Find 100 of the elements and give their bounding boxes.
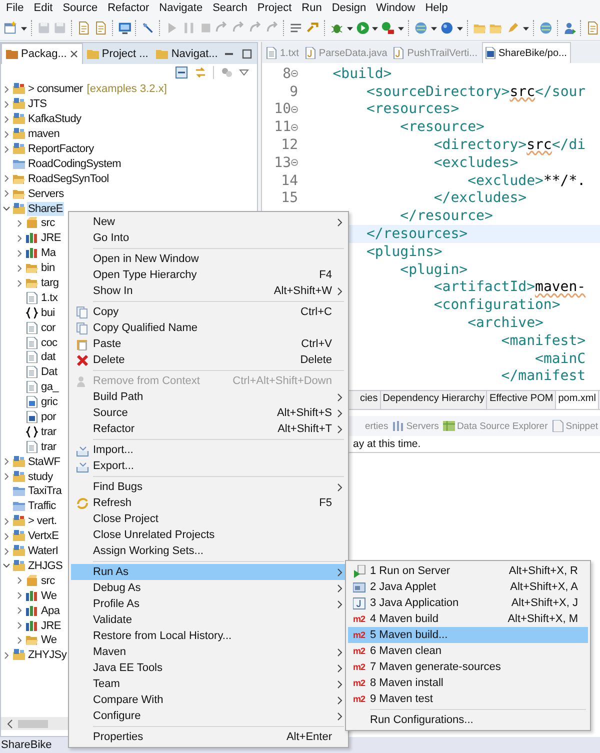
menu-item[interactable]: Maven — [71, 644, 346, 660]
menu-item[interactable]: Find Bugs — [71, 479, 346, 495]
tree-item[interactable]: ReportFactory — [27, 142, 95, 156]
tree-item[interactable]: src — [40, 216, 56, 230]
maven-icon: m2 — [352, 630, 365, 640]
tree-item[interactable]: dat — [40, 350, 56, 364]
menu-item[interactable]: Validate — [71, 612, 346, 628]
tree-item[interactable]: We — [40, 633, 58, 648]
menu-item[interactable]: Close Project — [71, 511, 346, 527]
menu-item[interactable]: Source Alt+Shift+S — [71, 405, 346, 421]
maven-icon: m2 — [352, 662, 365, 672]
tree-item[interactable]: StaWF — [27, 454, 62, 469]
menu-item[interactable]: Debug As — [71, 580, 346, 596]
tree-item[interactable]: VertxE — [27, 529, 60, 544]
menu-item[interactable]: Copy Ctrl+C — [71, 304, 346, 320]
menu-item[interactable]: Show In Alt+Shift+W — [71, 283, 346, 299]
menu-item[interactable]: Window — [371, 2, 420, 14]
editor-tab[interactable]: ShareBike/po... — [482, 42, 571, 63]
menu-item[interactable]: Configure — [71, 708, 346, 724]
menu-item[interactable]: Refactor Alt+Shift+T — [71, 421, 346, 437]
tree-item[interactable]: coc — [40, 336, 58, 350]
tree-item[interactable]: trar — [40, 424, 58, 439]
tree-item[interactable]: RoadCodingSystem — [27, 156, 122, 171]
view-tab[interactable]: Project ... — [82, 44, 152, 64]
menu-item[interactable]: Properties Alt+Enter — [71, 729, 346, 745]
menu-item[interactable]: Go Into — [71, 230, 346, 246]
editor-page-tab[interactable]: cies — [358, 391, 381, 409]
menu-item[interactable]: Run — [296, 2, 327, 14]
menu-item[interactable]: Project — [252, 2, 297, 14]
tree-item[interactable]: ShareE — [27, 202, 64, 216]
menu-item[interactable]: Restore from Local History... — [71, 628, 346, 644]
menu-item[interactable]: 3 Java Application Alt+Shift+X, J — [348, 595, 588, 611]
tree-item[interactable]: > consumer — [27, 82, 84, 96]
menu-item[interactable]: Build Path — [71, 389, 346, 405]
menu-item[interactable]: Assign Working Sets... — [71, 543, 346, 559]
menu-item[interactable]: New — [71, 214, 346, 230]
menu-item[interactable]: Refactor — [102, 2, 154, 14]
tree-item[interactable]: > vert. — [27, 514, 58, 528]
menu-item[interactable]: Edit — [28, 2, 58, 14]
menu-item[interactable]: Source — [58, 2, 103, 14]
menu-item[interactable]: m2 4 Maven build Alt+Shift+X, M — [348, 611, 588, 627]
tree-item[interactable]: por — [40, 410, 57, 424]
menu-item[interactable]: Paste Ctrl+V — [71, 336, 346, 352]
menu-item[interactable]: Open Type Hierarchy F4 — [71, 267, 346, 283]
menu-item[interactable]: Delete Delete — [71, 352, 346, 368]
tree-item[interactable]: JTS — [27, 97, 48, 112]
menu-item[interactable]: Java EE Tools — [71, 660, 346, 676]
tree-item[interactable]: study — [27, 470, 54, 484]
menu-item[interactable]: 2 Java Applet Alt+Shift+X, A — [348, 579, 588, 595]
tree-item[interactable]: Servers — [27, 186, 65, 201]
menu-item[interactable]: m2 6 Maven clean — [348, 643, 588, 659]
menu-item[interactable]: m2 8 Maven install — [348, 675, 588, 691]
view-tab[interactable]: Packag... — [1, 43, 83, 64]
tree-item[interactable]: cor — [40, 320, 56, 335]
tree-item[interactable]: We — [40, 588, 58, 603]
menu-item[interactable]: 1 Run on Server Alt+Shift+X, R — [348, 563, 588, 579]
tree-item[interactable]: JRE — [40, 231, 62, 246]
tree-item[interactable]: Traffic — [27, 499, 57, 514]
menu-item[interactable]: Search — [208, 2, 252, 14]
tree-item[interactable]: Ma — [40, 246, 57, 260]
menu-item[interactable]: Export... — [71, 458, 346, 474]
menu-item[interactable]: Profile As — [71, 596, 346, 612]
menu-item[interactable]: Close Unrelated Projects — [71, 527, 346, 543]
menu-item[interactable]: m2 7 Maven generate-sources — [348, 659, 588, 675]
tree-item[interactable]: WaterI — [27, 544, 60, 558]
tree-item[interactable]: maven — [27, 127, 61, 142]
tree-item[interactable]: TaxiTra — [27, 484, 63, 498]
tree-item[interactable]: ZHJGS — [27, 558, 64, 573]
tree-item[interactable]: trar — [40, 440, 58, 454]
menu-item[interactable]: m2 5 Maven build... — [348, 627, 588, 643]
tree-item[interactable]: JRE — [40, 618, 62, 632]
tree-item[interactable]: bin — [40, 261, 56, 276]
menu-item[interactable]: Import... — [71, 442, 346, 458]
menu-item[interactable]: Copy Qualified Name — [71, 320, 346, 336]
editor-page-tab[interactable]: pom.xml — [556, 391, 599, 409]
tree-item[interactable]: Apa — [40, 604, 61, 618]
menu-item[interactable]: Compare With — [71, 692, 346, 708]
tree-item[interactable]: ZHYJSy — [27, 648, 68, 662]
menu-item[interactable]: Run As — [71, 564, 346, 580]
menu-item[interactable]: Refresh F5 — [71, 495, 346, 511]
tree-item[interactable]: Dat — [40, 365, 58, 380]
tree-item[interactable]: RoadSegSynTool — [27, 172, 110, 186]
tree-item[interactable]: gric — [40, 395, 59, 410]
tree-item[interactable]: bui — [40, 306, 56, 320]
view-tab[interactable]: Navigat... — [152, 44, 222, 64]
menu-item[interactable]: File — [1, 2, 29, 14]
menu-item[interactable]: Run Configurations... — [348, 712, 588, 728]
tree-item[interactable]: ga_ — [40, 380, 60, 394]
tree-item[interactable]: 1.tx — [40, 290, 59, 305]
menu-item[interactable]: Navigate — [154, 2, 208, 14]
menu-item[interactable]: m2 9 Maven test — [348, 691, 588, 707]
code-line: <build> — [332, 66, 392, 82]
menu-item[interactable]: Design — [326, 2, 372, 14]
editor-page-tab[interactable]: Dependency Hierarchy — [380, 391, 488, 409]
tree-item[interactable]: KafkaStudy — [27, 112, 82, 126]
menu-item[interactable]: Open in New Window — [71, 251, 346, 267]
menu-item[interactable]: Help — [420, 2, 453, 14]
tree-item[interactable]: src — [40, 574, 56, 588]
tree-item[interactable]: targ — [40, 276, 60, 290]
menu-item[interactable]: Team — [71, 676, 346, 692]
